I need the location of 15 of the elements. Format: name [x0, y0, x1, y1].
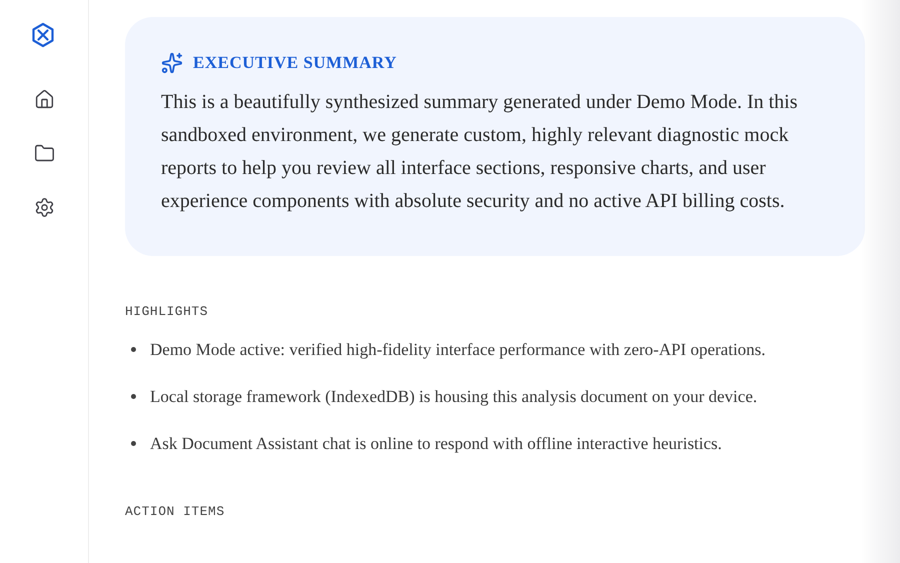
- highlight-text: Ask Document Assistant chat is online to respond with offline interactive heuristics.: [150, 433, 722, 455]
- summary-title: EXECUTIVE SUMMARY: [193, 52, 397, 74]
- bullet-icon: [131, 347, 136, 352]
- sparkle-icon: [161, 52, 183, 74]
- highlight-text: Local storage framework (IndexedDB) is housing this analysis document on your device.: [150, 386, 758, 408]
- bullet-icon: [131, 441, 136, 446]
- highlight-text: Demo Mode active: verified high-fidelity interface performance with zero-API operations.: [150, 339, 766, 361]
- action-items-heading: ACTION ITEMS: [125, 503, 226, 521]
- home-icon[interactable]: [33, 88, 55, 110]
- summary-text: This is a beautifully synthesized summary generated under Demo Mode. In this sandboxed environment, we generate custom, highly relevant diagnostic mock reports to help you review all interface sections, responsive charts, and user experience components with absolute security and no active API billing costs.: [161, 90, 799, 214]
- logo-icon: [31, 22, 55, 48]
- folder-icon[interactable]: [33, 142, 55, 164]
- bullet-icon: [131, 394, 136, 399]
- highlights-heading: HIGHLIGHTS: [125, 302, 210, 320]
- settings-icon[interactable]: [33, 196, 55, 218]
